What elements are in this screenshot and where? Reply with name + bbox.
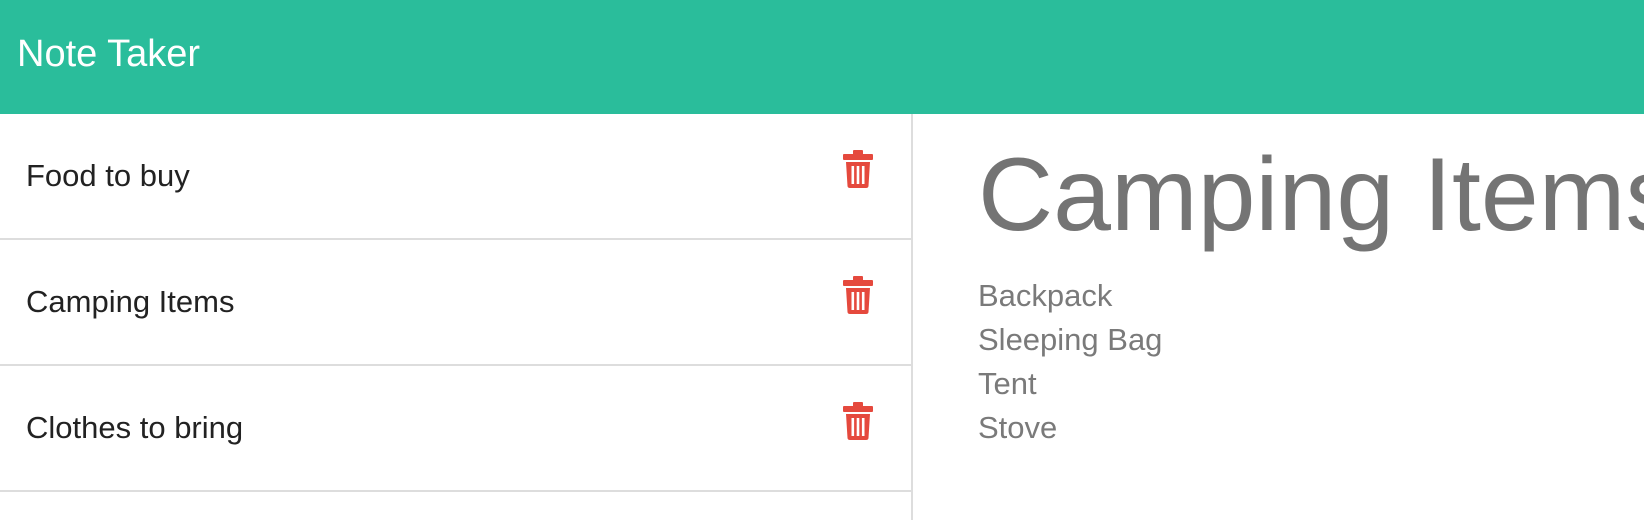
list-item[interactable]: Clothes to bring — [0, 366, 911, 492]
notes-list: Food to buy Camping Items Clothes to bri… — [0, 114, 913, 520]
note-detail: Camping Items Backpack Sleeping Bag Tent… — [978, 114, 1644, 520]
note-title-field[interactable]: Camping Items — [978, 138, 1644, 253]
note-title[interactable]: Clothes to bring — [26, 410, 243, 446]
trash-icon[interactable] — [843, 150, 873, 188]
note-title[interactable]: Camping Items — [26, 284, 234, 320]
note-text-line: Stove — [978, 410, 1058, 445]
note-text-field[interactable]: Backpack Sleeping Bag Tent Stove — [978, 274, 1162, 450]
note-text-line: Backpack — [978, 278, 1113, 313]
note-text-line: Tent — [978, 366, 1037, 401]
app-title[interactable]: Note Taker — [17, 33, 200, 76]
note-title[interactable]: Food to buy — [26, 158, 190, 194]
trash-icon[interactable] — [843, 402, 873, 440]
navbar: Note Taker — [0, 0, 1644, 114]
note-text-line: Sleeping Bag — [978, 322, 1163, 357]
list-item[interactable]: Food to buy — [0, 114, 911, 240]
list-item[interactable]: Camping Items — [0, 240, 911, 366]
trash-icon[interactable] — [843, 276, 873, 314]
